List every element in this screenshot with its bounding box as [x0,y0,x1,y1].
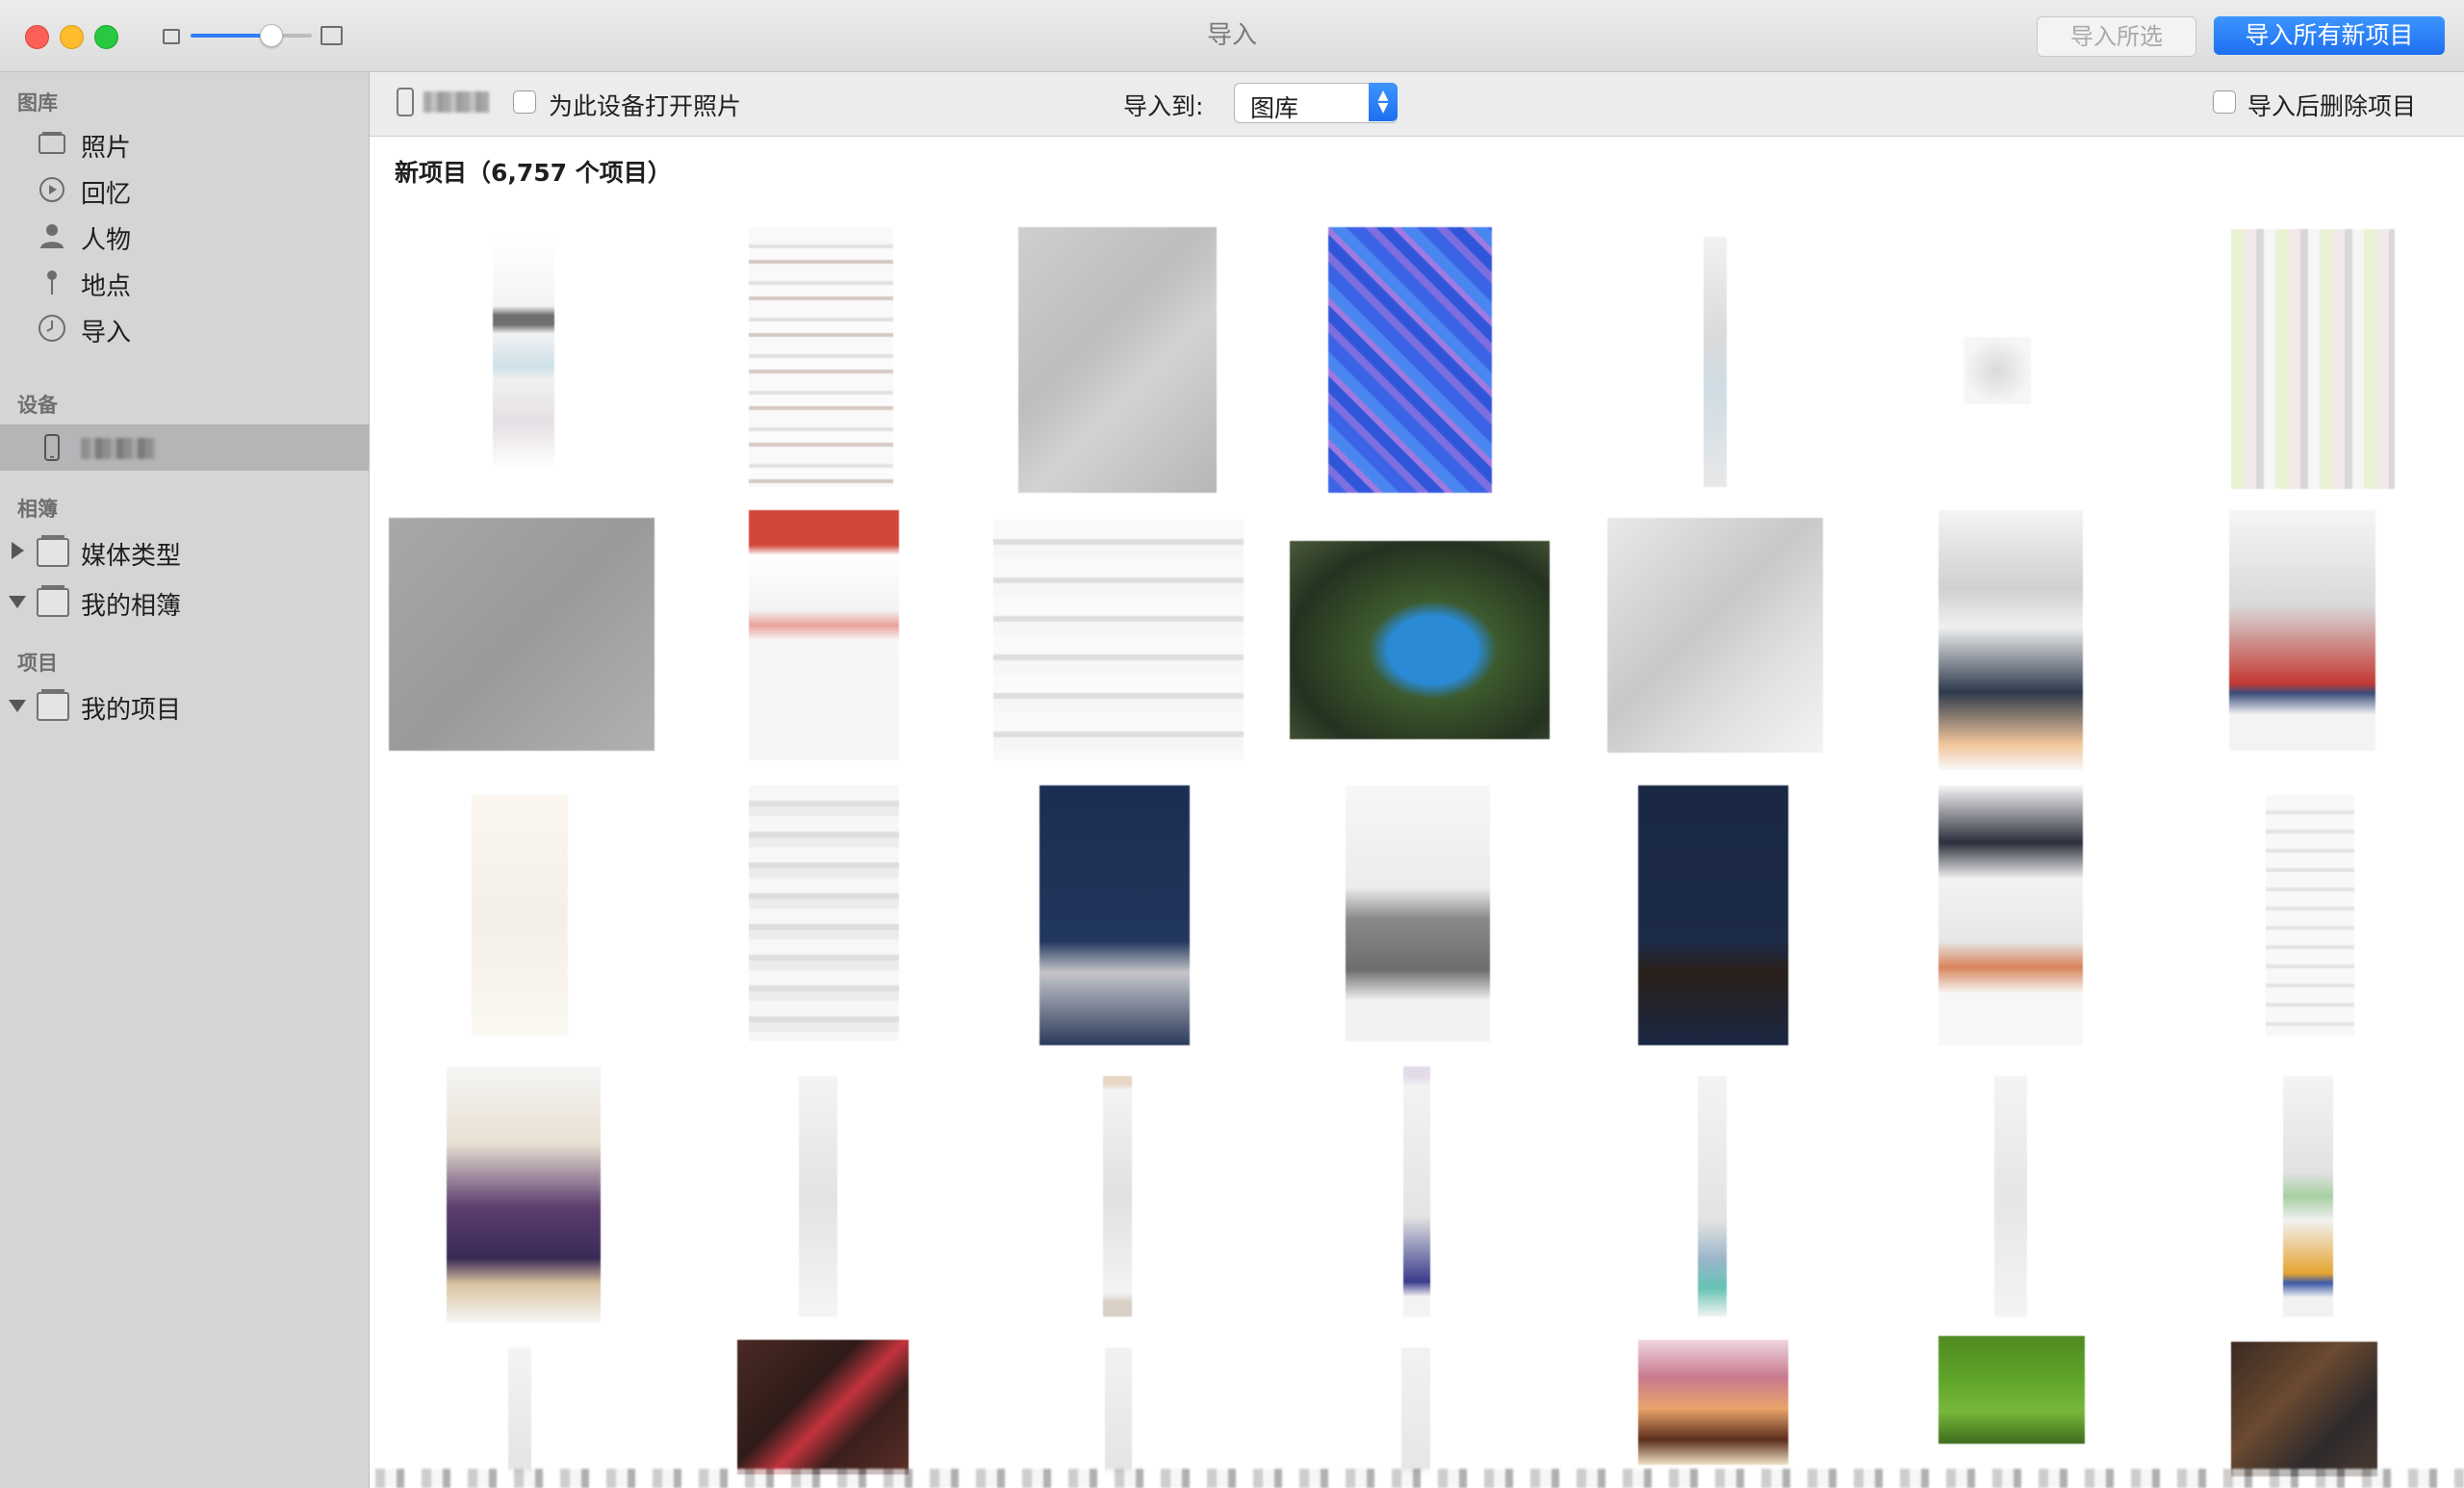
sidebar-item-label: 地点 [81,272,132,301]
device-name-redacted [424,91,489,113]
photo-thumbnail[interactable] [2231,1342,2377,1476]
photo-thumbnail[interactable] [1607,518,1823,753]
memories-icon [39,177,64,202]
pin-icon [47,270,57,295]
photo-thumbnail[interactable] [1964,337,2031,404]
photo-thumbnail[interactable] [1403,1066,1430,1317]
sidebar-item-label: 导入 [81,319,132,347]
photo-thumbnail[interactable] [993,520,1244,760]
photo-thumbnail[interactable] [472,795,568,1036]
sidebar-item-label: 照片 [81,134,132,163]
photo-thumbnail[interactable] [799,1076,837,1317]
folder-icon [37,585,69,617]
sidebar: 图库 照片 回忆 人物 地点 导入 设备 相簿 媒体类型 我的相簿 项目 我的项… [0,72,370,1488]
import-selected-button[interactable]: 导入所选 [2037,16,2196,57]
photo-thumbnail[interactable] [749,227,893,487]
sidebar-item-places[interactable]: 地点 [0,259,369,305]
next-row-thumbnails [375,1469,2464,1488]
projects-header: 项目 [17,652,58,675]
open-photos-label: 为此设备打开照片 [549,92,742,120]
folder-icon [37,535,69,567]
photo-thumbnail[interactable] [1704,237,1727,487]
photo-thumbnail[interactable] [508,1347,531,1473]
photo-thumbnail[interactable] [1638,1340,1788,1465]
albums-header: 相簿 [17,498,58,521]
clock-icon [38,315,65,342]
photo-thumbnail[interactable] [2266,795,2354,1036]
photos-icon [38,132,65,154]
disclosure-triangle-icon[interactable] [9,700,26,712]
photo-thumbnail[interactable] [1018,227,1217,493]
new-items-title: 新项目（6,757 个项目） [395,159,672,187]
photo-thumbnail[interactable] [447,1066,601,1322]
title-bar: 导入 导入所选 导入所有新项目 [0,0,2464,72]
photo-thumbnail[interactable] [1105,1347,1132,1473]
sidebar-item-people[interactable]: 人物 [0,213,369,259]
import-destination-select[interactable]: 图库 ▲ ▼ [1234,83,1398,123]
photo-thumbnail[interactable] [1290,541,1550,739]
sidebar-item-label: 我的相簿 [81,592,182,621]
sidebar-item-label: 人物 [81,226,132,255]
sidebar-item-device[interactable] [0,424,369,471]
sidebar-item-photos[interactable]: 照片 [0,120,369,167]
iphone-icon [397,88,414,116]
photo-thumbnail[interactable] [1040,785,1190,1045]
photo-thumbnail[interactable] [1346,785,1490,1041]
photo-thumbnail[interactable] [1401,1347,1430,1473]
photo-thumbnail[interactable] [493,237,554,468]
photo-thumbnail[interactable] [749,510,899,760]
library-header: 图库 [17,91,58,115]
photo-thumbnail[interactable] [389,518,654,751]
device-name-redacted [81,438,156,459]
photo-thumbnail[interactable] [1938,1336,2085,1444]
delete-after-import-label: 导入后删除项目 [2247,92,2417,120]
sidebar-item-label: 媒体类型 [81,542,182,571]
photo-thumbnail[interactable] [1638,785,1788,1045]
devices-header: 设备 [17,394,58,417]
sidebar-item-my-albums[interactable]: 我的相簿 [0,578,369,625]
import-to-label: 导入到: [1123,92,1204,120]
photo-thumbnail[interactable] [1698,1076,1727,1317]
iphone-icon [44,434,60,461]
import-toolbar: 为此设备打开照片 导入到: 图库 ▲ ▼ 导入后删除项目 [370,72,2464,137]
disclosure-triangle-icon[interactable] [12,542,24,559]
photo-thumbnail[interactable] [749,785,899,1041]
person-icon [40,224,64,248]
photo-thumbnail[interactable] [1994,1076,2027,1317]
sidebar-item-imports[interactable]: 导入 [0,305,369,351]
open-photos-checkbox[interactable] [513,90,536,114]
photo-thumbnail[interactable] [1938,785,2083,1045]
sidebar-item-memories[interactable]: 回忆 [0,167,369,213]
disclosure-triangle-icon[interactable] [9,596,26,608]
sidebar-item-media-types[interactable]: 媒体类型 [0,528,369,575]
photo-thumbnail[interactable] [2231,229,2395,489]
folder-icon [37,689,69,721]
import-all-new-button[interactable]: 导入所有新项目 [2214,16,2445,55]
photo-thumbnail[interactable] [1938,510,2083,770]
photo-thumbnail[interactable] [2283,1076,2333,1317]
photo-thumbnail[interactable] [1103,1076,1132,1317]
delete-after-import-checkbox[interactable] [2213,90,2236,114]
sidebar-item-my-projects[interactable]: 我的项目 [0,682,369,729]
photo-thumbnail[interactable] [1328,227,1492,493]
import-destination-value: 图库 [1250,94,1299,122]
sidebar-item-label: 回忆 [81,180,132,209]
sidebar-item-label: 我的项目 [81,696,182,725]
photo-thumbnail[interactable] [737,1340,909,1475]
photo-thumbnail[interactable] [2229,510,2375,751]
updown-arrows-icon: ▲ ▼ [1369,83,1398,121]
